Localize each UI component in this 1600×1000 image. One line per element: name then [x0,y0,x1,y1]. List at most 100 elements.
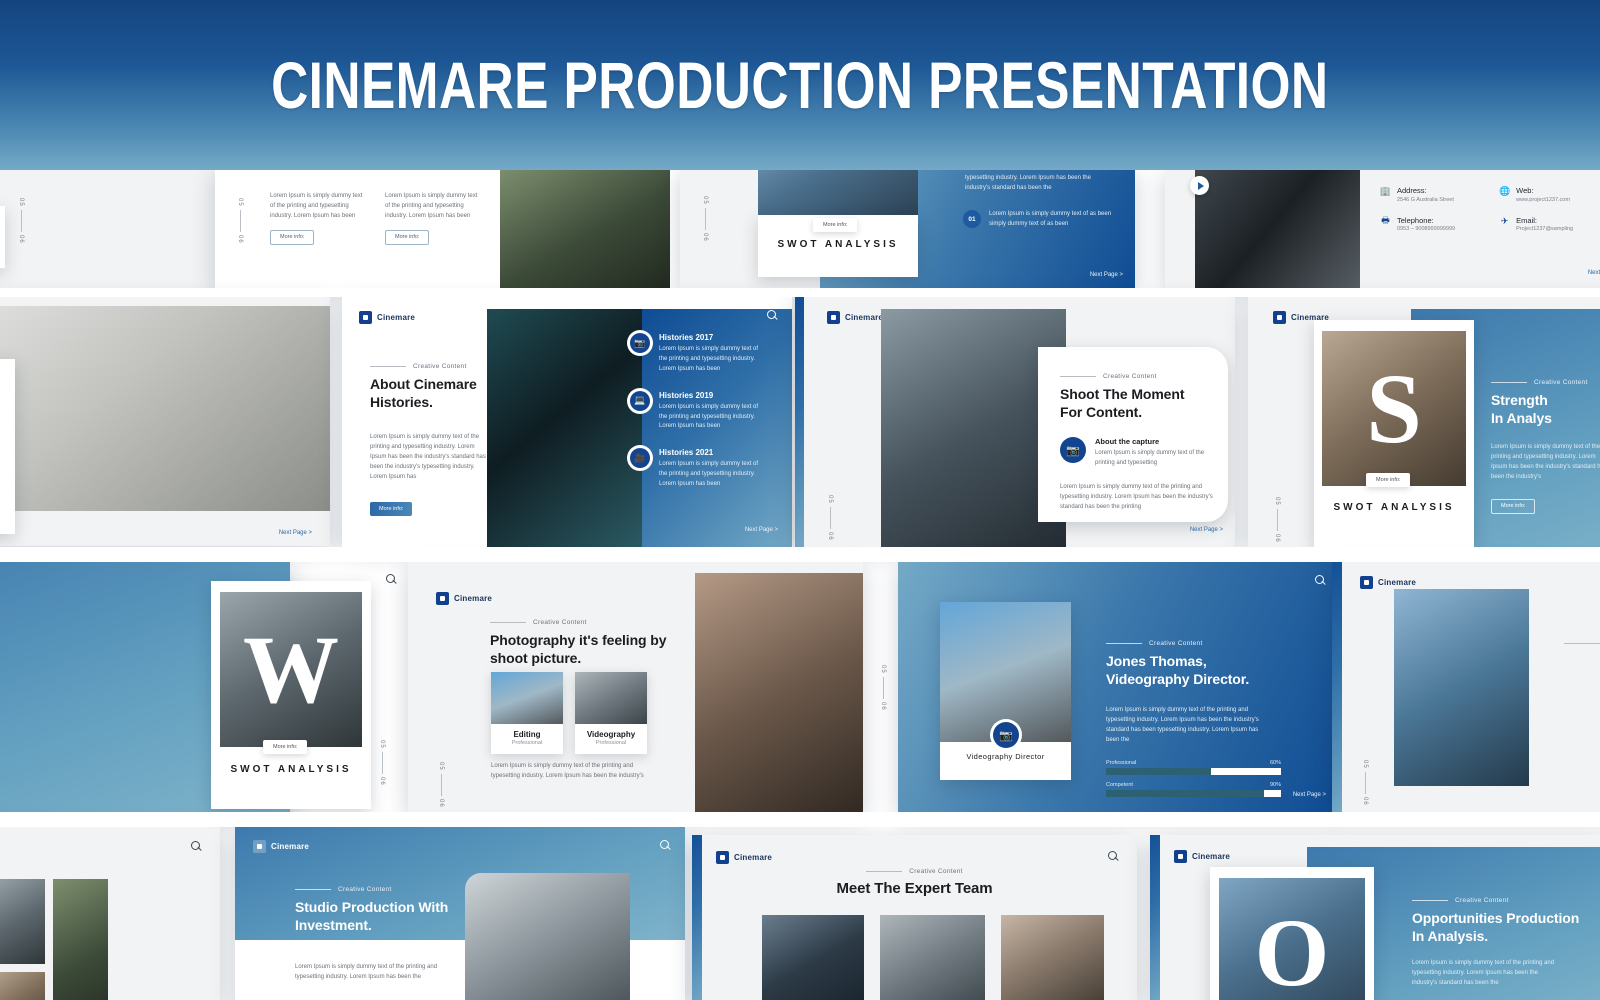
next-page-link[interactable]: Next Page > [745,527,778,533]
page-to: 06 [237,235,243,244]
more-info-pill[interactable]: More info: [1366,473,1410,487]
slide-swot-top-mid[interactable]: 05 06 SWOT ANALYSIS More info: typesetti… [680,168,1135,288]
slide-production-before[interactable]: Creative Content tion Before Take ent. s… [0,296,330,546]
slide-body: Lorem Ipsum is simply dummy text of the … [295,963,450,983]
brand-logo[interactable]: Cinemare [716,851,772,864]
printer-icon: 🖶 [1380,216,1391,227]
search-icon[interactable] [191,841,202,852]
feature-title: About the capture [1095,437,1205,446]
eyebrow-rule [1491,382,1527,383]
page-divider [382,752,383,774]
more-info-button[interactable]: More info: [270,230,314,245]
page-indicator: 05 06 [1274,497,1280,542]
brand-logo[interactable]: Cinemare [1174,850,1230,863]
contact-item-email[interactable]: ✈ Email: Project1237@sampling [1499,216,1573,233]
list-item[interactable]: 📷 Histories 2017 Lorem Ipsum is simply d… [630,333,790,375]
next-page-link[interactable]: Next Page > [1293,792,1326,798]
page-divider [830,507,831,529]
brand-logo[interactable]: Cinemare [253,840,309,853]
text-column-2: Lorem Ipsum is simply dummy text of the … [385,192,480,245]
next-page-link[interactable]: Next Page > [279,530,312,536]
slide-about-histories[interactable]: Cinemare Creative Content About Cinemare… [342,297,792,547]
film-icon: 🎥 [630,448,650,468]
page-from: 05 [702,196,708,205]
contact-item-web[interactable]: 🌐 Web: www.project1237.com [1499,186,1573,203]
eyebrow: Creative Content [866,868,963,875]
progress-track [1106,768,1281,775]
slide-shoot-moment[interactable]: Cinemare 05 06 Creative Content Shoot Th… [795,297,1235,547]
page-to: 06 [438,799,444,808]
more-info-pill[interactable]: More info: [263,740,307,754]
slide-studio-production[interactable]: Cinemare Creative Content Studio Product… [235,827,685,1000]
gallery-photo [53,879,108,1000]
portrait-text-block: Creative Content [1564,640,1600,647]
brand-name: Cinemare [734,853,772,862]
card-name: Editing [493,730,561,739]
slide-jones-thomas[interactable]: 📷 Videography Director Creative Content … [898,562,1338,812]
service-card-editing[interactable]: Editing Professional [491,672,563,754]
page-indicator: 05 06 [827,495,833,540]
search-icon[interactable] [1315,575,1326,586]
milestone-list: 📷 Histories 2017 Lorem Ipsum is simply d… [630,333,790,490]
page-from: 05 [880,665,886,674]
slide-photo [695,573,863,812]
slide-photography[interactable]: Cinemare 05 06 Creative Content Photogra… [408,562,863,812]
next-page-link[interactable]: Next Page > [1190,527,1223,533]
play-button[interactable] [1190,176,1209,195]
slide-opportunities[interactable]: Cinemare O Creative Content Opportunitie… [1150,835,1600,1000]
next-page-link[interactable]: Next Page > [1588,270,1600,276]
search-icon[interactable] [767,310,778,321]
row-separator [0,288,1600,297]
contact-label: Telephone: [1397,216,1455,225]
slide-contact[interactable]: 🏢 Address: 2546 G Australia Street 🖶 Tel… [1165,168,1600,288]
photo-caption: Videography Director [940,752,1071,761]
slide-expert-team[interactable]: Cinemare Creative Content Meet The Exper… [692,835,1137,1000]
feature-block: 📷 About the capture Lorem Ipsum is simpl… [1060,437,1208,469]
search-icon[interactable] [386,574,397,585]
feature-body: Lorem Ipsum is simply dummy text of the … [1095,449,1205,469]
eyebrow-text: Creative Content [909,868,963,875]
brand-logo[interactable]: Cinemare [436,592,492,605]
strength-text-block: Creative Content Strength In Analys Lore… [1491,379,1600,514]
column-body: Lorem Ipsum is simply dummy text of the … [385,192,480,222]
panel-bullet: 01 Lorem Ipsum is simply dummy text of a… [963,210,1123,230]
more-info-pill[interactable]: More info: [813,218,857,232]
service-card-videography[interactable]: Videography Professional [575,672,647,754]
team-photo [762,915,864,1000]
page-to: 06 [379,777,385,786]
slide-strength[interactable]: Cinemare 05 06 S SWOT ANALYSIS More info… [1248,297,1600,547]
eyebrow-text: Creative Content [1103,373,1157,380]
page-indicator: 05 06 [237,198,243,243]
slide-photo [487,309,642,547]
contact-item-telephone[interactable]: 🖶 Telephone: 0953 – 9008999999999 [1380,216,1455,233]
page-from: 05 [237,198,243,207]
brand-logo[interactable]: Cinemare [1360,576,1416,589]
brand-name: Cinemare [1192,852,1230,861]
list-item[interactable]: 🎥 Histories 2021 Lorem Ipsum is simply d… [630,448,790,490]
content-card: Creative Content tion Before Take ent. s… [0,359,15,534]
slide-two-column[interactable]: 05 06 Lorem Ipsum is simply dummy text o… [215,168,685,288]
accent-bar [692,835,702,1000]
panel-body: typesetting industry. Lorem Ipsum has be… [965,174,1115,194]
contact-value: 2546 G Australia Street [1397,197,1454,203]
swot-card-opportunities[interactable]: O [1210,867,1374,1000]
slide-portrait-right[interactable]: Cinemare 05 06 Creative Content [1332,562,1600,812]
search-icon[interactable] [660,840,671,851]
page-from: 05 [438,762,444,771]
slide-gallery[interactable] [0,825,220,1000]
presentation-showcase: CINEMARE PRODUCTION PRESENTATION SWOT AN… [0,0,1600,1000]
search-icon[interactable] [1108,851,1119,862]
next-page-link[interactable]: Next Page > [1090,272,1123,278]
brand-name: Cinemare [454,594,492,603]
swot-card-weakness[interactable]: W SWOT ANALYSIS [211,581,371,809]
slide-body: Lorem Ipsum is simply dummy text of the … [370,433,490,482]
eyebrow-text: Creative Content [1149,640,1203,647]
list-item[interactable]: 💻 Histories 2019 Lorem Ipsum is simply d… [630,391,790,433]
brand-logo[interactable]: Cinemare [827,311,883,324]
director-card[interactable]: 📷 Videography Director [940,602,1071,780]
brand-logo[interactable]: Cinemare [359,311,415,324]
contact-item-address[interactable]: 🏢 Address: 2546 G Australia Street [1380,186,1455,203]
more-info-button[interactable]: More info: [1491,499,1535,514]
more-info-button[interactable]: More info: [385,230,429,245]
more-info-button[interactable]: More info: [370,502,412,516]
